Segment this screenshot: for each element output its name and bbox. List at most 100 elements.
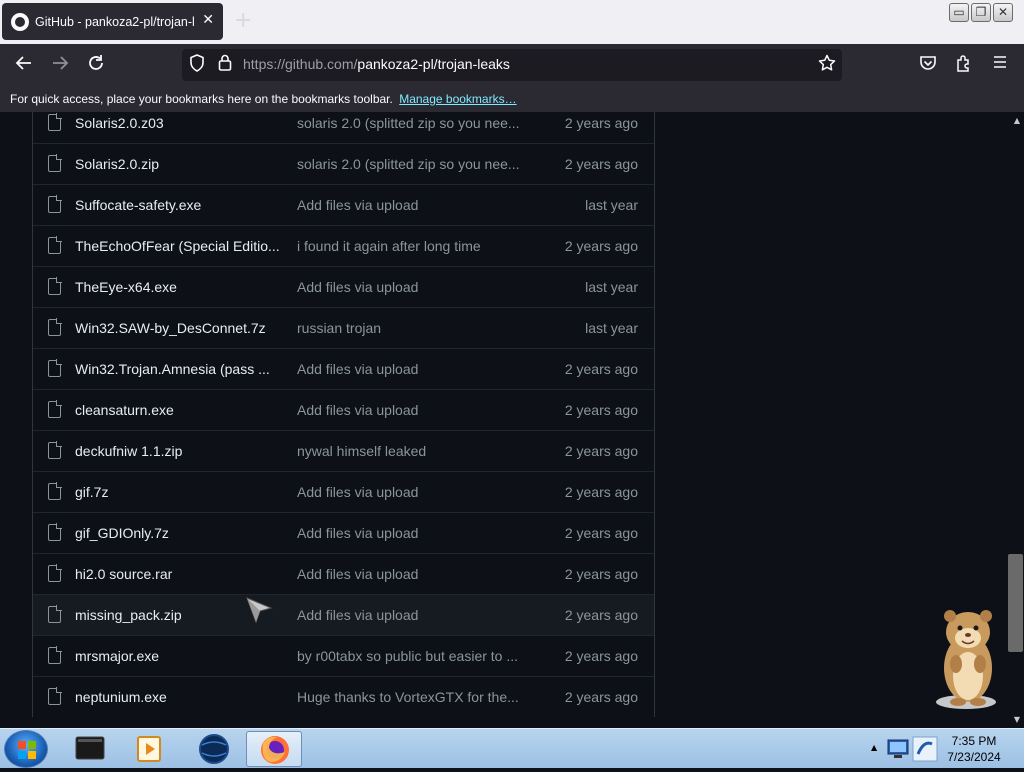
- extensions-icon[interactable]: [953, 54, 975, 76]
- commit-age: 2 years ago: [564, 607, 638, 623]
- taskbar-app-media[interactable]: [122, 731, 178, 767]
- commit-message-link[interactable]: Add files via upload: [297, 607, 418, 623]
- file-row[interactable]: mrsmajor.exe by r00tabx so public but eas…: [33, 635, 654, 676]
- commit-age: 2 years ago: [564, 484, 638, 500]
- mouse-cursor-icon: [246, 597, 273, 624]
- taskbar-app-globe[interactable]: [186, 731, 242, 767]
- commit-age: 2 years ago: [564, 402, 638, 418]
- pocket-icon[interactable]: [917, 54, 939, 76]
- commit-message-link[interactable]: Add files via upload: [297, 566, 418, 582]
- file-name-link[interactable]: gif_GDIOnly.7z: [75, 525, 169, 541]
- file-name-link[interactable]: hi2.0 source.rar: [75, 566, 172, 582]
- taskbar-app-terminal[interactable]: [62, 731, 118, 767]
- network-icon[interactable]: [886, 736, 912, 762]
- file-icon: [48, 236, 62, 254]
- taskbar-clock[interactable]: 7:35 PM 7/23/2024: [936, 733, 1012, 765]
- file-name-link[interactable]: Suffocate-safety.exe: [75, 197, 201, 213]
- file-icon: [48, 195, 62, 213]
- file-name-link[interactable]: cleansaturn.exe: [75, 402, 174, 418]
- url-text[interactable]: https://github.com/pankoza2-pl/trojan-le…: [243, 56, 510, 72]
- browser-tab-active[interactable]: GitHub - pankoza2-pl/trojan-leaks ✕: [2, 3, 223, 40]
- new-tab-icon[interactable]: +: [234, 10, 252, 32]
- file-icon: [48, 482, 62, 500]
- reload-icon[interactable]: [85, 54, 107, 76]
- file-name-link[interactable]: Solaris2.0.zip: [75, 156, 159, 172]
- commit-age: 2 years ago: [564, 648, 638, 664]
- commit-age: 2 years ago: [564, 689, 638, 705]
- commit-message-link[interactable]: Huge thanks to VortexGTX for the...: [297, 689, 519, 705]
- commit-message-link[interactable]: russian trojan: [297, 320, 381, 336]
- media-player-icon: [137, 736, 161, 762]
- file-row[interactable]: Win32.SAW-by_DesConnet.7z russian trojan l…: [33, 307, 654, 348]
- file-row[interactable]: TheEye-x64.exe Add files via upload last y…: [33, 266, 654, 307]
- file-row[interactable]: Solaris2.0.z03 solaris 2.0 (splitted zip …: [33, 112, 654, 143]
- start-button[interactable]: [4, 730, 48, 768]
- file-row[interactable]: Solaris2.0.zip solaris 2.0 (splitted zip …: [33, 143, 654, 184]
- commit-message-link[interactable]: Add files via upload: [297, 361, 418, 377]
- file-icon: [48, 646, 62, 664]
- file-name-link[interactable]: neptunium.exe: [75, 689, 167, 705]
- file-icon: [48, 154, 62, 172]
- bookmark-star-icon[interactable]: [816, 54, 838, 76]
- close-tab-icon[interactable]: ✕: [202, 12, 214, 28]
- menu-hamburger-icon[interactable]: [989, 54, 1011, 76]
- bookmarks-hint: For quick access, place your bookmarks h…: [10, 92, 393, 106]
- commit-message-link[interactable]: Add files via upload: [297, 484, 418, 500]
- commit-message-link[interactable]: Add files via upload: [297, 197, 418, 213]
- file-name-link[interactable]: mrsmajor.exe: [75, 648, 159, 664]
- file-row[interactable]: neptunium.exe Huge thanks to VortexGTX fo…: [33, 676, 654, 717]
- file-name-link[interactable]: Win32.SAW-by_DesConnet.7z: [75, 320, 266, 336]
- commit-message-link[interactable]: by r00tabx so public but easier to ...: [297, 648, 518, 664]
- windows-logo-icon: [18, 741, 36, 759]
- file-name-link[interactable]: Win32.Trojan.Amnesia (pass ...: [75, 361, 270, 377]
- commit-age: 2 years ago: [564, 566, 638, 582]
- commit-age: last year: [585, 197, 638, 213]
- lock-icon[interactable]: [214, 54, 236, 76]
- file-name-link[interactable]: TheEchoOfFear (Special Editio...: [75, 238, 280, 254]
- show-hidden-icons-icon[interactable]: ▲: [871, 743, 877, 752]
- forward-arrow-icon[interactable]: [49, 54, 71, 76]
- file-icon: [48, 113, 62, 131]
- minimize-button[interactable]: ▭: [949, 3, 969, 22]
- file-icon: [48, 277, 62, 295]
- commit-message-link[interactable]: solaris 2.0 (splitted zip so you nee...: [297, 115, 520, 131]
- taskbar-app-firefox[interactable]: [246, 731, 302, 767]
- desktop-pet-hamster-icon[interactable]: [926, 604, 1010, 712]
- file-name-link[interactable]: missing_pack.zip: [75, 607, 182, 623]
- file-row[interactable]: cleansaturn.exe Add files via upload 2 yea…: [33, 389, 654, 430]
- commit-message-link[interactable]: Add files via upload: [297, 279, 418, 295]
- file-icon: [48, 318, 62, 336]
- manage-bookmarks-link[interactable]: Manage bookmarks…: [399, 92, 516, 106]
- file-row[interactable]: gif.7z Add files via upload 2 years ago: [33, 471, 654, 512]
- file-row[interactable]: Suffocate-safety.exe Add files via upload…: [33, 184, 654, 225]
- file-row[interactable]: missing_pack.zip Add files via upload 2 ye…: [33, 594, 654, 635]
- file-name-link[interactable]: TheEye-x64.exe: [75, 279, 177, 295]
- commit-age: 2 years ago: [564, 115, 638, 131]
- commit-message-link[interactable]: i found it again after long time: [297, 238, 481, 254]
- file-row[interactable]: TheEchoOfFear (Special Editio... i found …: [33, 225, 654, 266]
- commit-message-link[interactable]: solaris 2.0 (splitted zip so you nee...: [297, 156, 520, 172]
- restore-button[interactable]: ❐: [971, 3, 991, 22]
- url-domain: https://github.com/: [243, 56, 358, 72]
- shield-icon[interactable]: [186, 54, 208, 76]
- scrollbar-thumb[interactable]: [1008, 554, 1023, 652]
- file-row[interactable]: Win32.Trojan.Amnesia (pass ... Add files …: [33, 348, 654, 389]
- file-name-link[interactable]: deckufniw 1.1.zip: [75, 443, 182, 459]
- tab-title: GitHub - pankoza2-pl/trojan-leaks: [35, 14, 195, 29]
- file-row[interactable]: hi2.0 source.rar Add files via upload 2 ye…: [33, 553, 654, 594]
- scroll-up-arrow-icon[interactable]: ▲: [1014, 116, 1020, 125]
- commit-message-link[interactable]: nywal himself leaked: [297, 443, 426, 459]
- clock-date: 7/23/2024: [947, 750, 1001, 764]
- file-row[interactable]: gif_GDIOnly.7z Add files via upload 2 year…: [33, 512, 654, 553]
- tray-app-icon[interactable]: [912, 736, 938, 762]
- close-window-button[interactable]: ✕: [993, 3, 1013, 22]
- scroll-down-arrow-icon[interactable]: ▼: [1014, 715, 1020, 724]
- back-arrow-icon[interactable]: [13, 54, 35, 76]
- file-name-link[interactable]: Solaris2.0.z03: [75, 115, 164, 131]
- commit-message-link[interactable]: Add files via upload: [297, 402, 418, 418]
- commit-message-link[interactable]: Add files via upload: [297, 525, 418, 541]
- github-icon: [11, 12, 29, 31]
- file-row[interactable]: deckufniw 1.1.zip nywal himself leaked 2 y…: [33, 430, 654, 471]
- file-name-link[interactable]: gif.7z: [75, 484, 108, 500]
- url-bar[interactable]: https://github.com/pankoza2-pl/trojan-le…: [182, 49, 842, 81]
